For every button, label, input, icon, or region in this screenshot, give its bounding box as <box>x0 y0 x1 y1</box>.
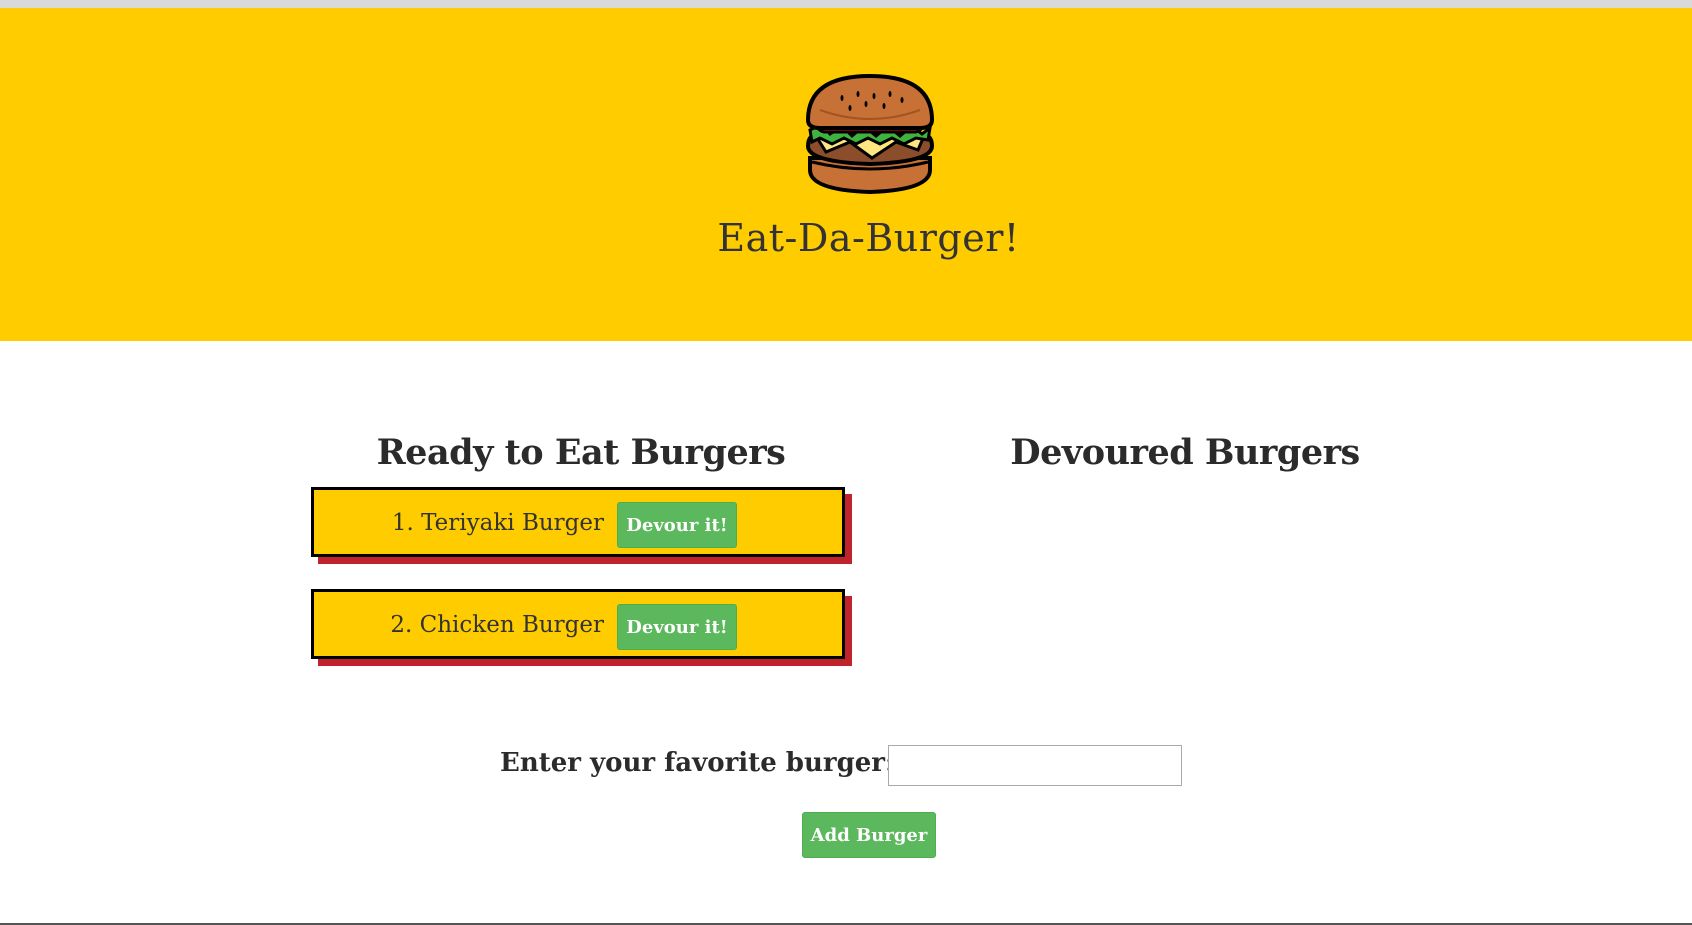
burger-name-input[interactable] <box>888 745 1182 786</box>
add-burger-button[interactable]: Add Burger <box>802 812 936 858</box>
devour-button[interactable]: Devour it! <box>617 502 737 548</box>
burger-name: 2. Chicken Burger <box>390 612 604 638</box>
page-header: Eat-Da-Burger! <box>0 8 1692 341</box>
burger-card: 1. Teriyaki Burger Devour it! <box>311 487 845 557</box>
devoured-burgers-heading: Devoured Burgers <box>1010 432 1360 473</box>
browser-top-border <box>0 0 1692 8</box>
burger-card: 2. Chicken Burger Devour it! <box>311 589 845 659</box>
burger-name: 1. Teriyaki Burger <box>391 510 604 536</box>
ready-burgers-heading: Ready to Eat Burgers <box>376 432 786 473</box>
burger-input-label: Enter your favorite burger: <box>500 748 895 778</box>
page-title: Eat-Da-Burger! <box>717 216 1020 260</box>
devour-button[interactable]: Devour it! <box>617 604 737 650</box>
burger-icon <box>805 73 935 195</box>
